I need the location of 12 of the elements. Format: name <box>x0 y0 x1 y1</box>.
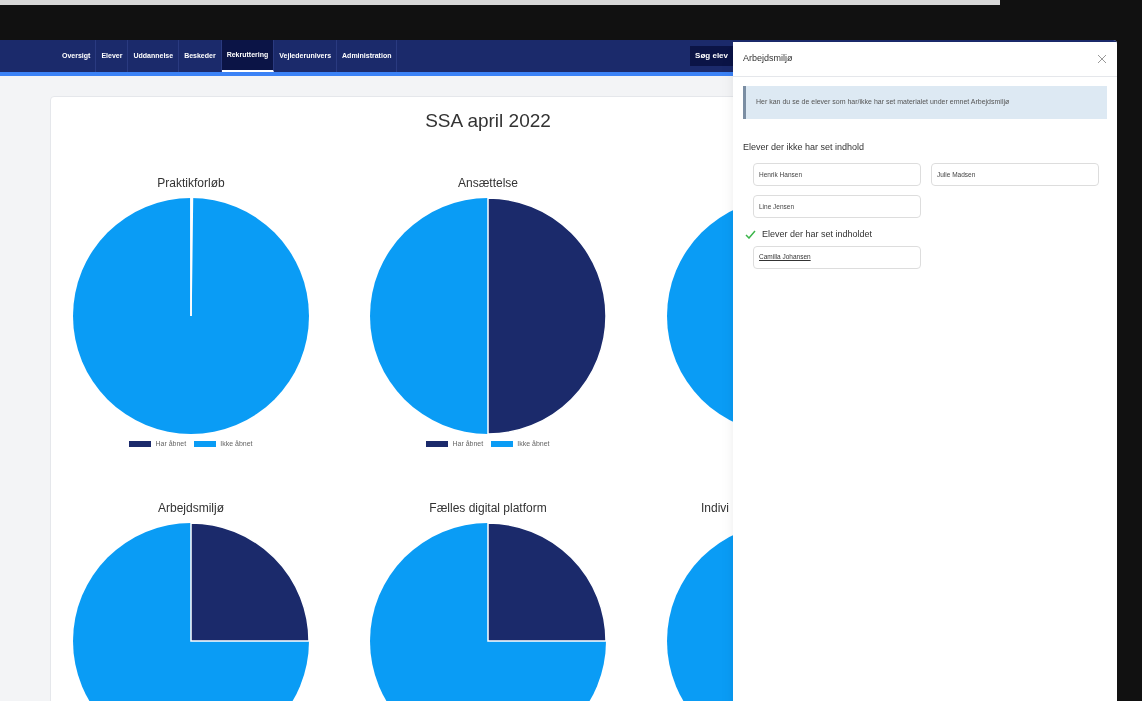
chart-title: Indivi <box>701 499 729 517</box>
chart-title: Praktikforløb <box>157 174 225 192</box>
section-heading: Elever der ikke har set indhold <box>743 142 865 152</box>
close-icon[interactable] <box>1097 54 1107 64</box>
chart-title: Arbejdsmiljø <box>158 499 224 517</box>
panel-title: Arbejdsmiljø <box>743 52 793 66</box>
page-title: SSA april 2022 <box>425 110 551 131</box>
search-student-button[interactable]: Søg elev <box>690 46 733 66</box>
chart-title: Ansættelse <box>458 174 518 192</box>
chart-title: Fælles digital platform <box>429 499 547 517</box>
check-icon <box>745 230 756 240</box>
section-heading: Elever der har set indholdet <box>762 228 873 241</box>
